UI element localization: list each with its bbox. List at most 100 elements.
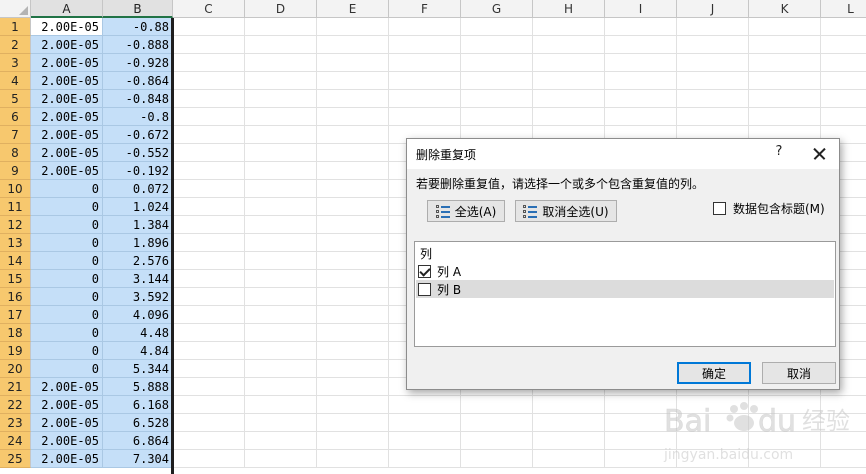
- cell-b[interactable]: 1.024: [103, 198, 173, 216]
- empty-cell[interactable]: [461, 450, 533, 468]
- row-header[interactable]: 12: [0, 216, 31, 234]
- empty-cell[interactable]: [173, 306, 245, 324]
- empty-cell[interactable]: [245, 324, 317, 342]
- dialog-titlebar[interactable]: 删除重复项 ?: [407, 139, 839, 169]
- cell-b[interactable]: 2.576: [103, 252, 173, 270]
- cell-a[interactable]: 2.00E-05: [31, 414, 103, 432]
- empty-cell[interactable]: [173, 54, 245, 72]
- column-header-f[interactable]: F: [389, 0, 461, 18]
- empty-cell[interactable]: [749, 36, 821, 54]
- column-header-j[interactable]: J: [677, 0, 749, 18]
- empty-cell[interactable]: [317, 450, 389, 468]
- select-all-button[interactable]: 全选(A): [427, 200, 505, 222]
- empty-cell[interactable]: [389, 90, 461, 108]
- row-header[interactable]: 15: [0, 270, 31, 288]
- empty-cell[interactable]: [245, 180, 317, 198]
- empty-cell[interactable]: [173, 324, 245, 342]
- empty-cell[interactable]: [245, 378, 317, 396]
- empty-cell[interactable]: [389, 396, 461, 414]
- empty-cell[interactable]: [821, 72, 866, 90]
- close-icon[interactable]: [805, 142, 833, 166]
- empty-cell[interactable]: [677, 72, 749, 90]
- empty-cell[interactable]: [677, 108, 749, 126]
- empty-cell[interactable]: [173, 216, 245, 234]
- empty-cell[interactable]: [317, 288, 389, 306]
- row-header[interactable]: 13: [0, 234, 31, 252]
- empty-cell[interactable]: [245, 414, 317, 432]
- empty-cell[interactable]: [173, 252, 245, 270]
- empty-cell[interactable]: [245, 432, 317, 450]
- has-headers-checkbox[interactable]: [713, 202, 726, 215]
- empty-cell[interactable]: [245, 252, 317, 270]
- cell-b[interactable]: -0.864: [103, 72, 173, 90]
- cell-a[interactable]: 0: [31, 342, 103, 360]
- cell-b[interactable]: 0.072: [103, 180, 173, 198]
- empty-cell[interactable]: [245, 450, 317, 468]
- column-header-d[interactable]: D: [245, 0, 317, 18]
- cell-a[interactable]: 0: [31, 216, 103, 234]
- empty-cell[interactable]: [173, 378, 245, 396]
- empty-cell[interactable]: [173, 36, 245, 54]
- row-header[interactable]: 4: [0, 72, 31, 90]
- empty-cell[interactable]: [461, 108, 533, 126]
- empty-cell[interactable]: [317, 90, 389, 108]
- cell-b[interactable]: 4.84: [103, 342, 173, 360]
- empty-cell[interactable]: [317, 18, 389, 36]
- empty-cell[interactable]: [461, 54, 533, 72]
- empty-cell[interactable]: [533, 54, 605, 72]
- empty-cell[interactable]: [317, 324, 389, 342]
- empty-cell[interactable]: [245, 306, 317, 324]
- empty-cell[interactable]: [173, 450, 245, 468]
- cell-b[interactable]: 5.344: [103, 360, 173, 378]
- cell-a[interactable]: 2.00E-05: [31, 162, 103, 180]
- empty-cell[interactable]: [533, 90, 605, 108]
- empty-cell[interactable]: [173, 18, 245, 36]
- column-b-checkbox[interactable]: [418, 282, 431, 296]
- column-header-k[interactable]: K: [749, 0, 821, 18]
- empty-cell[interactable]: [173, 72, 245, 90]
- cell-b[interactable]: 5.888: [103, 378, 173, 396]
- empty-cell[interactable]: [245, 216, 317, 234]
- cell-a[interactable]: 2.00E-05: [31, 18, 103, 36]
- empty-cell[interactable]: [317, 396, 389, 414]
- empty-cell[interactable]: [605, 54, 677, 72]
- empty-cell[interactable]: [317, 72, 389, 90]
- empty-cell[interactable]: [317, 108, 389, 126]
- empty-cell[interactable]: [173, 432, 245, 450]
- column-header-i[interactable]: I: [605, 0, 677, 18]
- empty-cell[interactable]: [749, 18, 821, 36]
- empty-cell[interactable]: [821, 18, 866, 36]
- empty-cell[interactable]: [389, 72, 461, 90]
- cell-a[interactable]: 0: [31, 252, 103, 270]
- row-header[interactable]: 6: [0, 108, 31, 126]
- cell-b[interactable]: 4.48: [103, 324, 173, 342]
- row-header[interactable]: 3: [0, 54, 31, 72]
- cell-b[interactable]: -0.552: [103, 144, 173, 162]
- empty-cell[interactable]: [461, 396, 533, 414]
- column-header-e[interactable]: E: [317, 0, 389, 18]
- cell-a[interactable]: 2.00E-05: [31, 54, 103, 72]
- row-header[interactable]: 16: [0, 288, 31, 306]
- cell-b[interactable]: 3.144: [103, 270, 173, 288]
- cell-b[interactable]: 6.864: [103, 432, 173, 450]
- cell-a[interactable]: 0: [31, 180, 103, 198]
- empty-cell[interactable]: [173, 144, 245, 162]
- row-header[interactable]: 20: [0, 360, 31, 378]
- row-header[interactable]: 2: [0, 36, 31, 54]
- empty-cell[interactable]: [677, 90, 749, 108]
- empty-cell[interactable]: [317, 414, 389, 432]
- column-header-c[interactable]: C: [173, 0, 245, 18]
- empty-cell[interactable]: [317, 198, 389, 216]
- cell-a[interactable]: 2.00E-05: [31, 72, 103, 90]
- empty-cell[interactable]: [605, 90, 677, 108]
- cell-a[interactable]: 2.00E-05: [31, 396, 103, 414]
- row-header[interactable]: 17: [0, 306, 31, 324]
- empty-cell[interactable]: [245, 126, 317, 144]
- cell-a[interactable]: 2.00E-05: [31, 90, 103, 108]
- empty-cell[interactable]: [317, 54, 389, 72]
- empty-cell[interactable]: [173, 342, 245, 360]
- help-button[interactable]: ?: [769, 144, 789, 164]
- empty-cell[interactable]: [605, 108, 677, 126]
- empty-cell[interactable]: [245, 162, 317, 180]
- column-item-a[interactable]: 列 A: [416, 262, 834, 280]
